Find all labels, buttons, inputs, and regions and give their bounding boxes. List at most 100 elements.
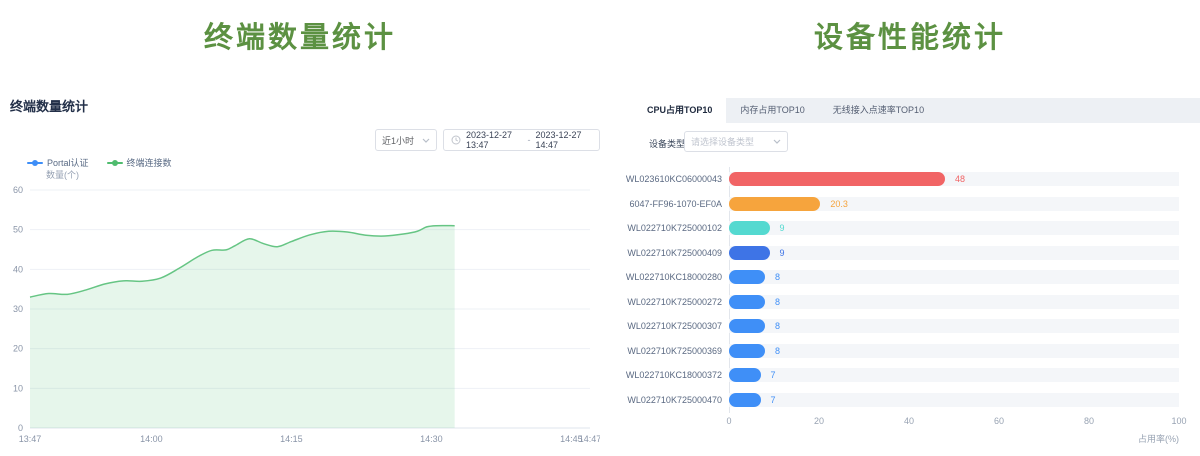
bar-area: 7 bbox=[729, 393, 1179, 407]
bar-value-label: 8 bbox=[775, 344, 780, 358]
tab-CPU占用TOP10[interactable]: CPU占用TOP10 bbox=[633, 98, 726, 123]
bar-value-label: 9 bbox=[780, 246, 785, 260]
y-axis-title: 数量(个) bbox=[46, 168, 79, 181]
device-performance-panel: 设备性能统计 CPU占用TOP10内存占用TOP10无线接入点速率TOP10 设… bbox=[620, 0, 1200, 456]
bar-area: 48 bbox=[729, 172, 1179, 186]
bar-row: 6047-FF96-1070-EF0A20.3 bbox=[620, 192, 1200, 217]
bar-area: 7 bbox=[729, 368, 1179, 382]
x-tick-label: 14:30 bbox=[420, 434, 443, 444]
y-tick-label: 0 bbox=[18, 423, 23, 433]
bar bbox=[729, 270, 765, 284]
performance-tab-bar: CPU占用TOP10内存占用TOP10无线接入点速率TOP10 bbox=[633, 98, 1200, 123]
device-type-select[interactable]: 请选择设备类型 bbox=[684, 131, 788, 152]
x-tick-label: 14:15 bbox=[280, 434, 303, 444]
bar-value-label: 48 bbox=[955, 172, 965, 186]
bar-track bbox=[729, 221, 1179, 235]
bar-value-label: 7 bbox=[771, 368, 776, 382]
y-tick-label: 40 bbox=[13, 264, 23, 274]
bar-area: 8 bbox=[729, 295, 1179, 309]
bar-value-label: 8 bbox=[775, 270, 780, 284]
bar-row: WL022710KC18000280 8 bbox=[620, 265, 1200, 290]
bar-x-tick-label: 20 bbox=[814, 416, 824, 426]
x-axis-title: 占用率(%) bbox=[729, 432, 1179, 445]
chevron-down-icon bbox=[422, 138, 430, 143]
date-range-picker[interactable]: 2023-12-27 13:47 - 2023-12-27 14:47 bbox=[443, 129, 600, 151]
bar-track bbox=[729, 344, 1179, 358]
bar-x-tick-label: 60 bbox=[994, 416, 1004, 426]
tab-无线接入点速率TOP10[interactable]: 无线接入点速率TOP10 bbox=[819, 98, 938, 123]
y-tick-label: 50 bbox=[13, 225, 23, 235]
bar-track bbox=[729, 319, 1179, 333]
bar-category-label: WL022710K725000307 bbox=[620, 321, 722, 331]
bar-chart-x-ticks: 020406080100 bbox=[729, 416, 1179, 428]
bar-area: 8 bbox=[729, 344, 1179, 358]
y-tick-label: 60 bbox=[13, 185, 23, 195]
bar-row: WL022710K725000369 8 bbox=[620, 339, 1200, 364]
bar bbox=[729, 319, 765, 333]
legend-line-dot-icon bbox=[107, 159, 123, 167]
x-tick-label: 14:00 bbox=[140, 434, 163, 444]
bar-category-label: WL022710KC18000280 bbox=[620, 272, 722, 282]
bar-track bbox=[729, 295, 1179, 309]
device-type-placeholder: 请选择设备类型 bbox=[691, 135, 754, 148]
bar-x-tick-label: 40 bbox=[904, 416, 914, 426]
clock-icon bbox=[451, 135, 461, 145]
legend-dot bbox=[32, 160, 38, 166]
right-slide-title: 设备性能统计 bbox=[620, 14, 1200, 56]
bar-x-tick-label: 0 bbox=[726, 416, 731, 426]
bar-category-label: WL022710KC18000372 bbox=[620, 370, 722, 380]
y-tick-label: 30 bbox=[13, 304, 23, 314]
bar-row: WL022710K725000272 8 bbox=[620, 290, 1200, 315]
bar-row: WL022710K725000102 9 bbox=[620, 216, 1200, 241]
bar bbox=[729, 221, 770, 235]
terminal-count-panel: 终端数量统计 终端数量统计 近1小时 2023-12-27 13:47 - 20… bbox=[0, 0, 600, 456]
bar-row: WL022710K725000307 8 bbox=[620, 314, 1200, 339]
bar-area: 8 bbox=[729, 270, 1179, 284]
bar-category-label: WL022710K725000470 bbox=[620, 395, 722, 405]
bar bbox=[729, 172, 945, 186]
bar-track bbox=[729, 368, 1179, 382]
bar-category-label: WL023610KC06000043 bbox=[620, 174, 722, 184]
legend-line-dot-icon bbox=[27, 159, 43, 167]
cpu-top10-bars: WL023610KC06000043 48 6047-FF96-1070-EF0A2… bbox=[620, 167, 1200, 412]
bar bbox=[729, 197, 820, 211]
bar-category-label: WL022710K725000272 bbox=[620, 297, 722, 307]
bar-category-label: WL022710K725000102 bbox=[620, 223, 722, 233]
bar-value-label: 8 bbox=[775, 295, 780, 309]
device-type-label: 设备类型 bbox=[649, 137, 685, 150]
legend-item[interactable]: 终端连接数 bbox=[107, 156, 172, 169]
legend-dot bbox=[112, 160, 118, 166]
time-range-value: 近1小时 bbox=[382, 134, 414, 147]
time-range-select[interactable]: 近1小时 bbox=[375, 129, 437, 151]
area-fill bbox=[30, 226, 455, 428]
bar bbox=[729, 344, 765, 358]
bar-value-label: 8 bbox=[775, 319, 780, 333]
left-slide-title: 终端数量统计 bbox=[0, 14, 600, 56]
bar bbox=[729, 368, 761, 382]
bar-category-label: WL022710K725000369 bbox=[620, 346, 722, 356]
bar-row: WL022710K725000409 9 bbox=[620, 241, 1200, 266]
bar bbox=[729, 246, 770, 260]
terminal-count-chart: 010203040506013:4714:0014:1514:3014:4514… bbox=[0, 182, 600, 456]
bar bbox=[729, 393, 761, 407]
bar-row: WL022710KC18000372 7 bbox=[620, 363, 1200, 388]
bar-track bbox=[729, 393, 1179, 407]
x-tick-label: 13:47 bbox=[19, 434, 42, 444]
tab-内存占用TOP10[interactable]: 内存占用TOP10 bbox=[726, 98, 818, 123]
bar-category-label: WL022710K725000409 bbox=[620, 248, 722, 258]
bar-area: 9 bbox=[729, 221, 1179, 235]
bar-value-label: 20.3 bbox=[830, 197, 848, 211]
chevron-down-icon bbox=[773, 139, 781, 144]
dashboard-screen: 终端数量统计 终端数量统计 近1小时 2023-12-27 13:47 - 20… bbox=[0, 0, 1200, 456]
y-tick-label: 10 bbox=[13, 383, 23, 393]
bar-x-tick-label: 80 bbox=[1084, 416, 1094, 426]
bar-x-tick-label: 100 bbox=[1171, 416, 1186, 426]
left-card-title: 终端数量统计 bbox=[10, 96, 88, 115]
bar-track bbox=[729, 270, 1179, 284]
bar-row: WL022710K725000470 7 bbox=[620, 388, 1200, 413]
x-tick-label: 14:47 bbox=[579, 434, 600, 444]
bar-value-label: 7 bbox=[771, 393, 776, 407]
date-range-start: 2023-12-27 13:47 bbox=[466, 130, 523, 150]
bar-area: 8 bbox=[729, 319, 1179, 333]
bar-value-label: 9 bbox=[780, 221, 785, 235]
